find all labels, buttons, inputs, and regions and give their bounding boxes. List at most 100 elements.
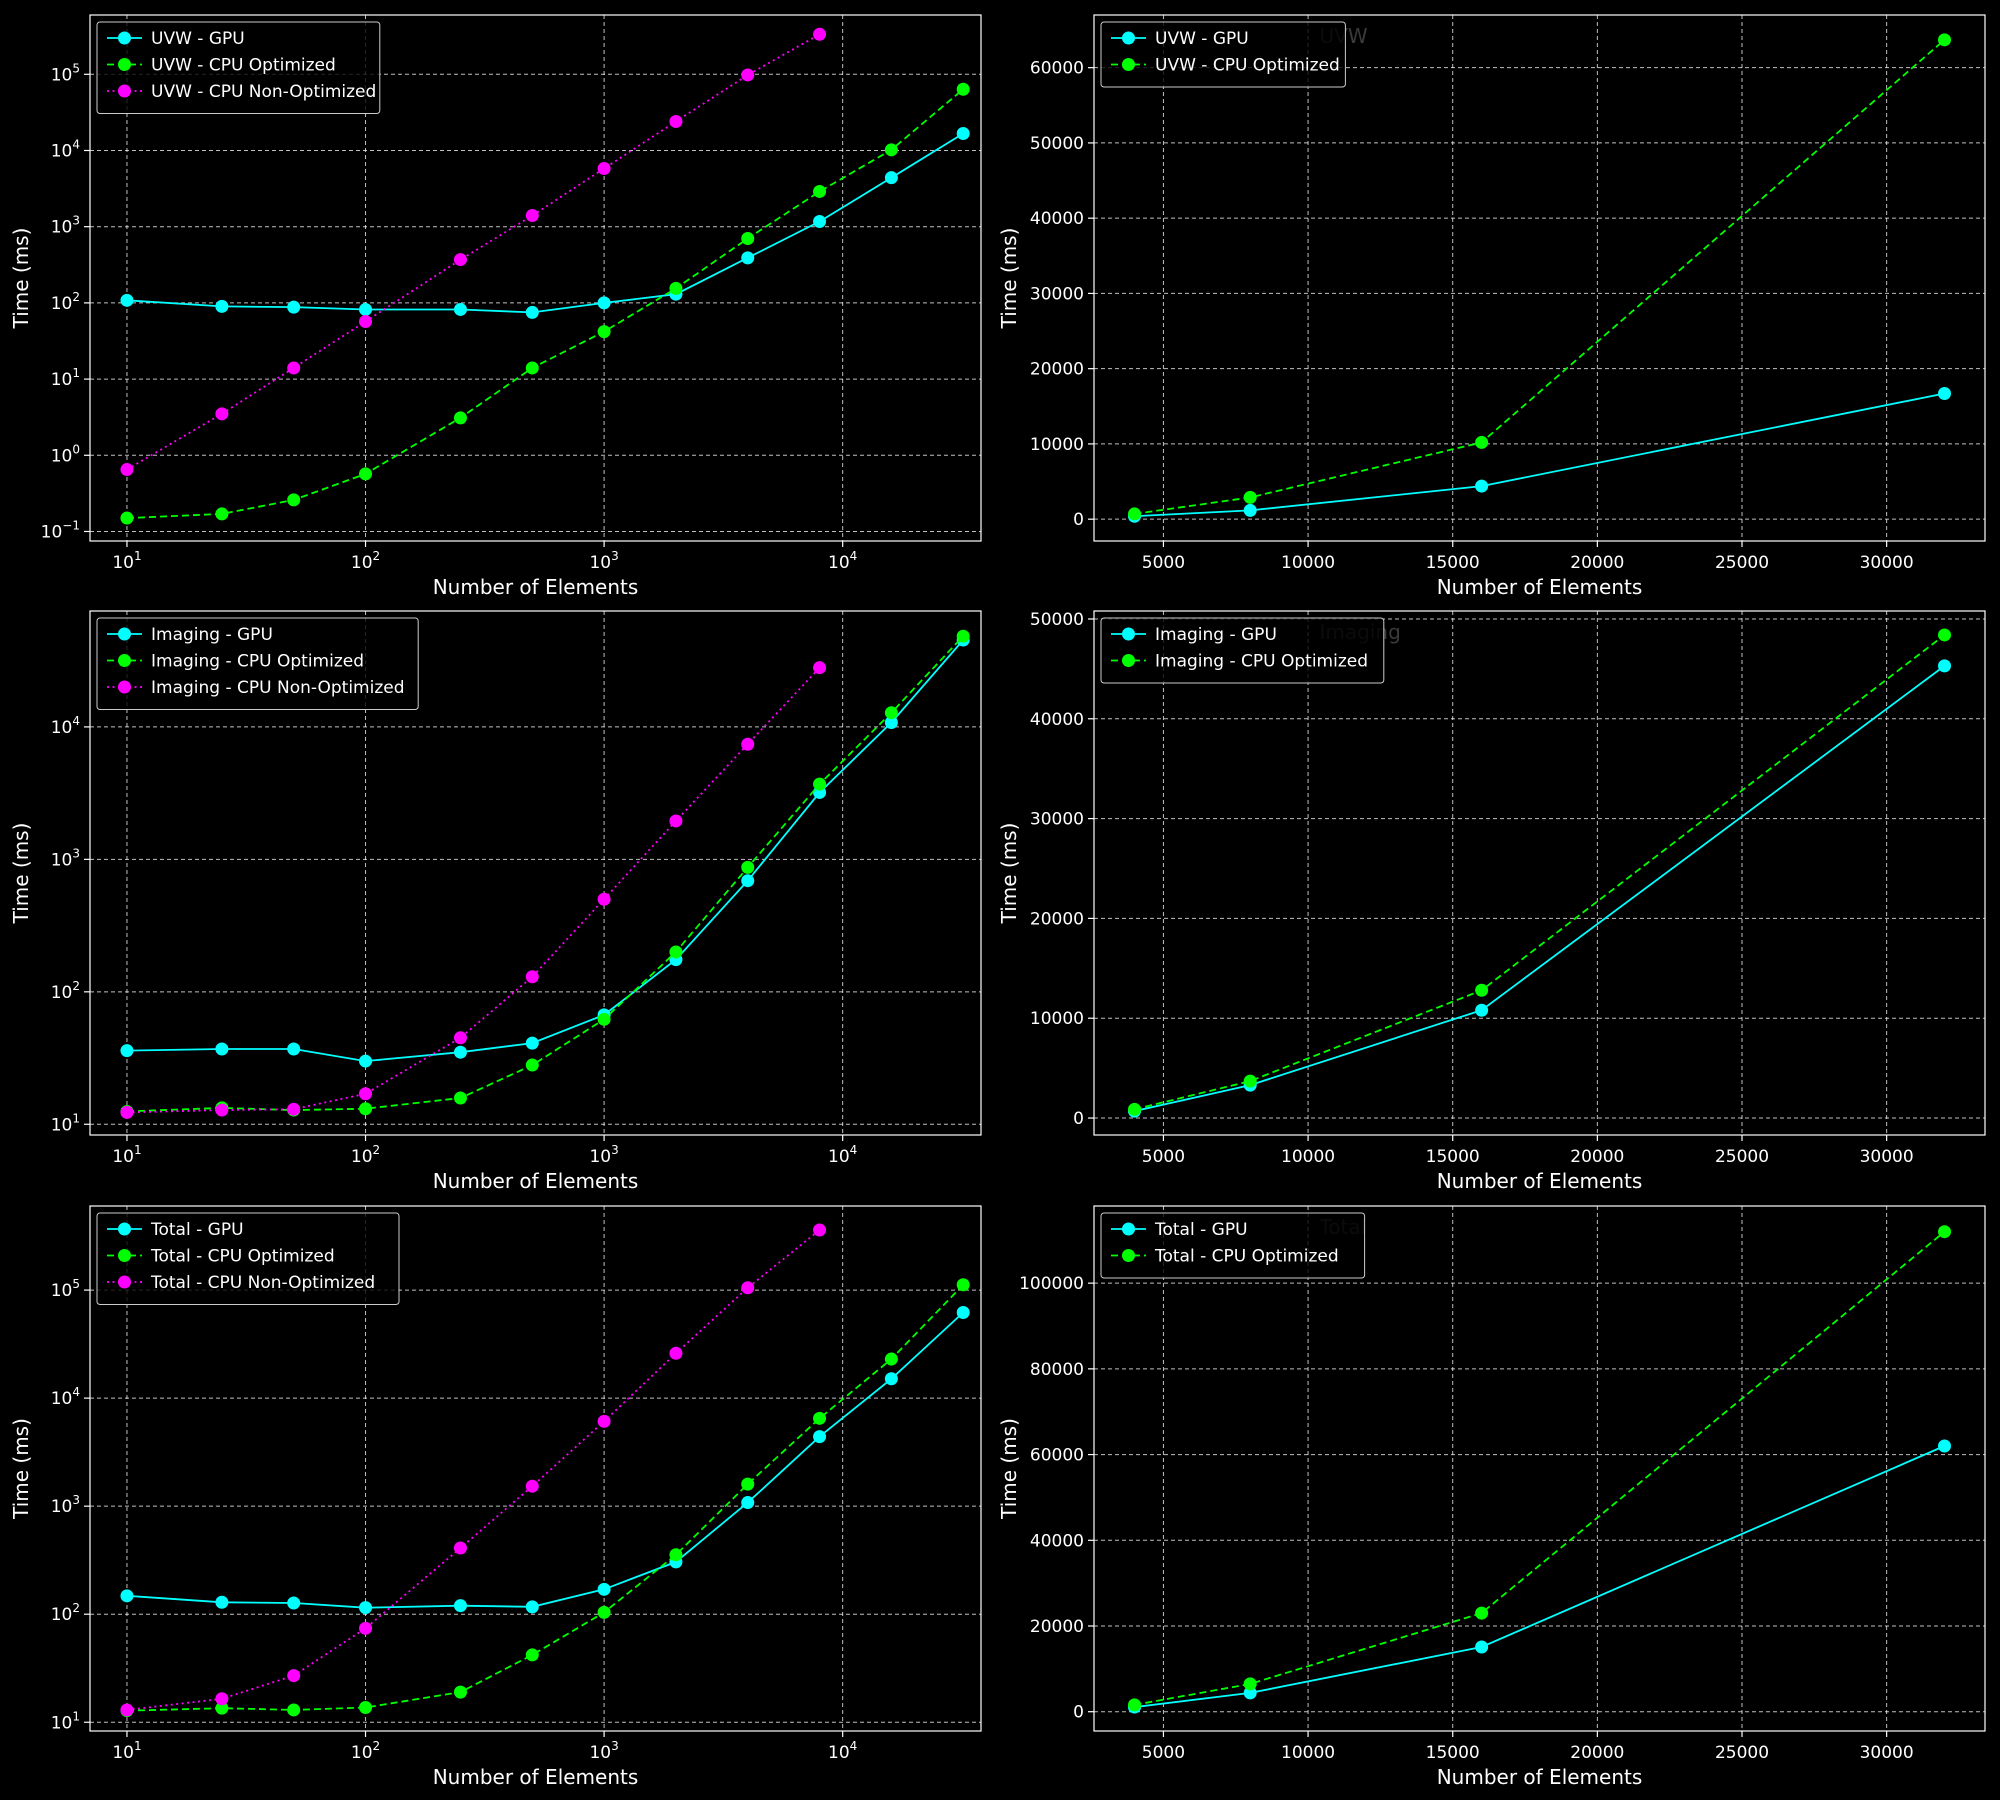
data-point [813,184,827,198]
data-point [597,1582,611,1596]
legend-marker [118,31,131,45]
data-point [884,1372,898,1386]
data-point [525,970,539,984]
data-point [597,1012,611,1026]
legend-marker [1122,627,1135,641]
legend: UVW - GPU UVW - CPU Optimized UVW - CPU No… [96,21,381,114]
data-point [287,1042,301,1056]
y-tick-label: 30000 [1030,810,1084,830]
data-point [669,1346,683,1360]
data-point [813,661,827,675]
data-point [359,1700,373,1714]
y-tick-label: 100000 [1019,1274,1084,1294]
data-point [453,1045,467,1059]
x-tick-label: 20000 [1570,1147,1624,1167]
y-axis-label: Time (ms) [997,1418,1021,1520]
x-tick-label: 30000 [1860,1743,1914,1763]
y-tick-label: 40000 [1030,1531,1084,1551]
legend-marker [118,654,131,667]
data-point [453,302,467,316]
data-point [884,171,898,185]
x-tick-label: 25000 [1715,553,1769,573]
y-tick-label: 20000 [1030,1617,1084,1637]
x-axis-label: Number of Elements [1437,575,1643,599]
x-tick-label: 30000 [1860,553,1914,573]
legend: Imaging - GPU Imaging - CPU Optimized Imag… [96,617,419,710]
legend-label: UVW - CPU Optimized [1155,56,1340,76]
data-point [669,115,683,129]
data-point [359,1054,373,1068]
legend-marker [1122,1249,1135,1262]
x-tick-label: 15000 [1426,553,1480,573]
x-tick-label: 15000 [1426,1147,1480,1167]
x-tick-label: 25000 [1715,1147,1769,1167]
data-point [359,1087,373,1101]
data-point [1243,1677,1257,1691]
y-tick-label: 20000 [1030,909,1084,929]
y-tick-label: 80000 [1030,1360,1084,1380]
figure-canvas: 101 102 103 10410−1100101102103104105Number… [0,0,2000,1800]
data-point [120,1105,134,1119]
data-point [120,1044,134,1058]
data-point [1938,1439,1951,1453]
data-point [215,299,229,313]
x-axis-label: Number of Elements [1437,1169,1643,1193]
legend-label: Total - CPU Non-Optimized [150,1273,375,1293]
y-tick-label: 50000 [1030,134,1084,154]
data-point [453,1599,467,1613]
data-point [287,1669,301,1683]
data-point [1938,387,1951,401]
y-tick-label: 40000 [1030,209,1084,229]
data-point [956,127,970,141]
legend-label: UVW - CPU Non-Optimized [151,82,376,102]
data-point [1128,1102,1141,1116]
legend-label: Total - GPU [1154,1220,1248,1240]
legend-label: UVW - GPU [1155,29,1249,49]
data-point [1243,503,1257,517]
x-tick-label: 15000 [1426,1743,1480,1763]
legend-label: Total - CPU Optimized [1154,1247,1339,1267]
data-point [287,300,301,314]
y-tick-label: 0 [1073,510,1084,530]
data-point [120,511,134,525]
data-point [741,1477,755,1491]
y-axis-label: Time (ms) [997,228,1021,330]
data-point [669,281,683,295]
legend-label: Imaging - CPU Non-Optimized [151,678,405,698]
data-point [525,305,539,319]
data-point [525,1058,539,1072]
legend-label: UVW - GPU [151,29,245,49]
x-tick-label: 5000 [1142,1147,1185,1167]
legend-marker [118,1275,131,1289]
data-point [741,231,755,245]
data-point [597,162,611,176]
data-point [453,1685,467,1699]
legend-marker [1122,654,1135,667]
y-tick-label: 20000 [1030,360,1084,380]
legend-label: Total - CPU Optimized [150,1247,335,1267]
data-point [1475,983,1489,997]
data-point [215,1692,229,1706]
x-tick-label: 10000 [1281,1743,1335,1763]
data-point [813,1430,827,1444]
y-tick-label: 10000 [1030,435,1084,455]
x-axis-label: Number of Elements [433,1169,639,1193]
data-point [287,1102,301,1116]
data-point [813,27,827,41]
data-point [741,860,755,874]
data-point [359,1102,373,1116]
data-point [741,874,755,888]
legend-marker [118,627,131,641]
data-point [359,314,373,328]
legend-marker [118,680,131,694]
data-point [1475,1003,1489,1017]
data-point [525,1036,539,1050]
y-tick-label: 10000 [1030,1009,1084,1029]
y-tick-label: 30000 [1030,284,1084,304]
legend-label: Imaging - GPU [1155,625,1277,645]
data-point [525,209,539,223]
data-point [287,493,301,507]
legend-marker [118,84,131,98]
data-point [813,214,827,228]
legend: Total - GPU Total - CPU Optimized Total - … [96,1212,400,1305]
